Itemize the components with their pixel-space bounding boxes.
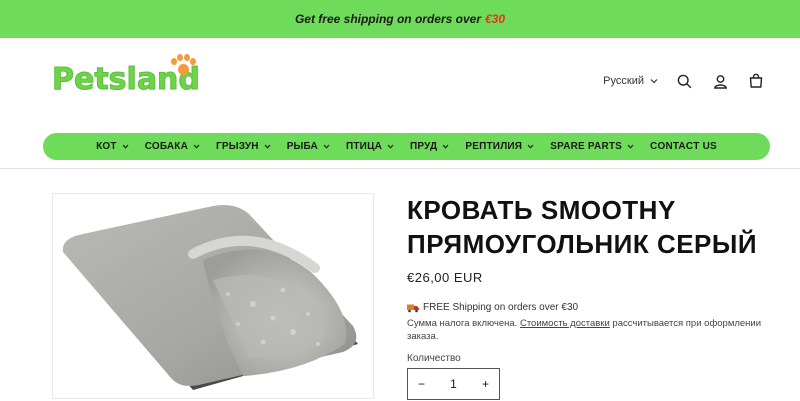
cart-button[interactable] [746,71,766,91]
quantity-value[interactable]: 1 [450,377,457,391]
nav-item-1[interactable]: СОБАКА [137,141,208,152]
nav-item-label: РЕПТИЛИЯ [465,141,523,152]
tax-note: Сумма налога включена. Стоимость доставк… [407,317,777,343]
announcement-amount: €30 [485,12,506,26]
nav-item-8[interactable]: CONTACT US [642,141,725,152]
chevron-down-icon [122,144,129,149]
nav-item-label: ПТИЦА [345,141,382,152]
nav-item-label: КОТ [96,141,117,152]
product-title-line1: КРОВАТЬ SMOOTHY [407,195,676,225]
nav-item-7[interactable]: SPARE PARTS [542,141,642,152]
language-label: Русский [603,75,644,87]
pet-bed-image [62,205,358,390]
nav-item-label: ГРЫЗУН [216,141,259,152]
tax-included-text: Сумма налога включена. [407,318,518,329]
product-title-line2: ПРЯМОУГОЛЬНИК СЕРЫЙ [407,229,758,259]
quantity-label: Количество [407,353,461,364]
chevron-down-icon [323,144,330,149]
header-divider [0,168,800,169]
cart-icon [749,73,763,88]
shipping-notice: FREE Shipping on orders over €30 [407,302,578,313]
chevron-down-icon [442,144,449,149]
product-price: €26,00 EUR [407,270,483,285]
nav-item-0[interactable]: КОТ [88,141,137,152]
nav-item-5[interactable]: ПРУД [402,141,457,152]
quantity-increase-button[interactable]: + [482,377,489,391]
truck-icon [407,304,419,312]
chevron-down-icon [193,144,200,149]
nav-item-6[interactable]: РЕПТИЛИЯ [457,141,542,152]
shipping-cost-link[interactable]: Стоимость доставки [520,318,610,329]
nav-item-label: ПРУД [410,141,438,152]
shipping-text: FREE Shipping on orders over €30 [423,302,579,313]
nav-item-2[interactable]: ГРЫЗУН [208,141,279,152]
chevron-down-icon [650,79,658,84]
search-icon [677,74,691,88]
announcement-bar: Get free shipping on orders over €30 [0,0,800,38]
account-button[interactable] [710,71,730,91]
product-title: КРОВАТЬ SMOOTHY ПРЯМОУГОЛЬНИК СЕРЫЙ [407,193,787,261]
account-icon [713,74,727,89]
nav-item-label: SPARE PARTS [550,141,623,152]
paw-icon [170,54,196,78]
header-actions: Русский [603,68,766,94]
nav-item-label: СОБАКА [144,141,189,152]
chevron-down-icon [627,144,634,149]
nav-item-3[interactable]: РЫБА [279,141,338,152]
main-navigation: КОТ СОБАКА ГРЫЗУН РЫБА ПТИЦА ПРУД РЕПТИЛИЯ SPAR… [43,133,770,160]
quantity-stepper: − 1 + [407,368,500,400]
product-image[interactable] [52,193,374,399]
chevron-down-icon [264,144,271,149]
nav-item-4[interactable]: ПТИЦА [338,141,402,152]
chevron-down-icon [387,144,394,149]
search-button[interactable] [674,71,694,91]
nav-item-label: РЫБА [286,141,318,152]
language-selector[interactable]: Русский [603,75,658,87]
nav-item-label: CONTACT US [650,141,717,152]
quantity-decrease-button[interactable]: − [418,377,425,391]
announcement-text: Get free shipping on orders over [294,12,481,26]
chevron-down-icon [527,144,534,149]
site-logo[interactable]: Petsland [50,54,200,104]
